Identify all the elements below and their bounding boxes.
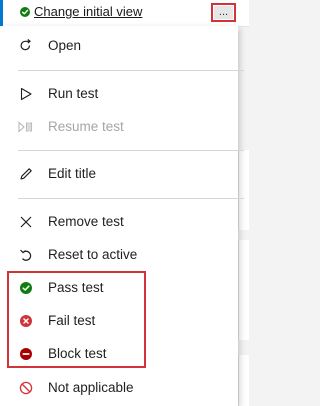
- menu-item-label: Open: [48, 38, 82, 53]
- undo-icon: [18, 247, 34, 263]
- menu-item-label: Resume test: [48, 119, 124, 134]
- open-icon: [18, 38, 34, 54]
- test-context-menu: Open Run test Resume test Edit title Rem…: [0, 26, 244, 406]
- resume-icon: [18, 119, 34, 135]
- more-actions-button[interactable]: ...: [211, 3, 236, 22]
- menu-item-label: Not applicable: [48, 380, 134, 395]
- menu-separator: [18, 150, 244, 151]
- menu-item-label: Reset to active: [48, 247, 138, 262]
- menu-item-edit-title[interactable]: Edit title: [0, 158, 238, 190]
- menu-separator: [18, 70, 244, 71]
- test-row[interactable]: Change initial view ...: [0, 0, 249, 27]
- menu-item-label: Run test: [48, 86, 99, 101]
- menu-separator: [18, 198, 244, 199]
- menu-item-label: Edit title: [48, 166, 97, 181]
- background-card: [238, 355, 249, 406]
- menu-item-reset-to-active[interactable]: Reset to active: [0, 239, 238, 271]
- pencil-icon: [18, 166, 34, 182]
- menu-item-label: Remove test: [48, 214, 124, 229]
- close-icon: [18, 214, 34, 230]
- not-applicable-icon: [18, 380, 34, 396]
- background-card: [238, 150, 249, 230]
- play-icon: [18, 86, 34, 102]
- change-initial-view-link[interactable]: Change initial view: [34, 4, 142, 19]
- more-icon: ...: [214, 6, 233, 19]
- menu-item-open[interactable]: Open: [0, 30, 238, 62]
- menu-item-remove-test[interactable]: Remove test: [0, 206, 238, 238]
- menu-item-run-test[interactable]: Run test: [0, 78, 238, 110]
- menu-item-not-applicable[interactable]: Not applicable: [0, 372, 238, 404]
- outcome-highlight-box: [7, 271, 146, 368]
- passed-status-icon: [20, 7, 30, 17]
- menu-item-resume-test[interactable]: Resume test: [0, 111, 238, 143]
- row-accent-bar: [0, 0, 3, 26]
- background-card: [238, 240, 249, 340]
